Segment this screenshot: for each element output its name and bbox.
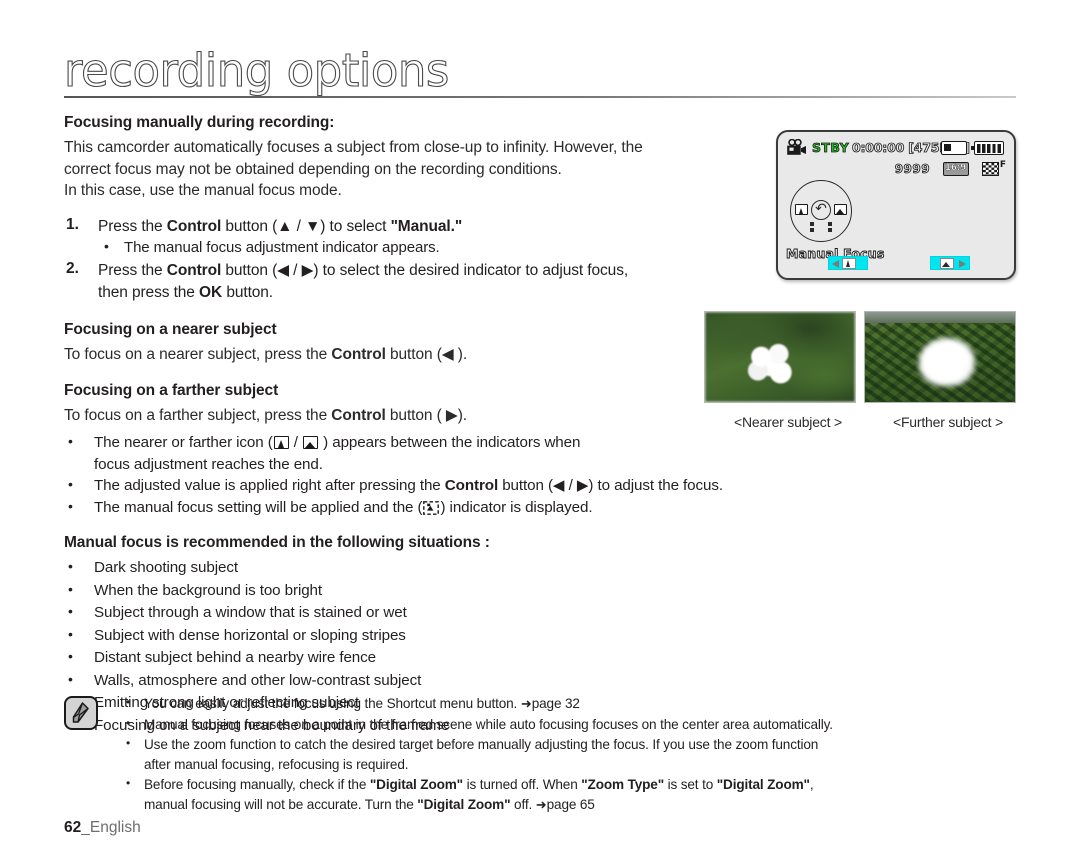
- nearer-subject-icon: [273, 436, 289, 449]
- control-wheel-icon: [790, 180, 852, 242]
- list-item: When the background is too bright: [64, 579, 764, 602]
- wheel-left-icon: [795, 204, 808, 215]
- manual-page: recording options Focusing manually duri…: [0, 0, 1080, 866]
- section-heading-nearer-subject: Focusing on a nearer subject: [64, 321, 277, 338]
- memory-card-icon: [941, 141, 967, 155]
- recording-status-badge: STBY: [812, 140, 850, 156]
- intro-line-1: This camcorder automatically focuses a s…: [64, 139, 643, 156]
- focus-farther-indicator: [930, 256, 970, 270]
- list-item: The adjusted value is applied right afte…: [64, 474, 764, 497]
- list-item: The manual focus setting will be applied…: [64, 496, 764, 519]
- page-ref-arrow-icon: ➜: [535, 796, 547, 812]
- note-box: You can easily adjust the focus using th…: [64, 693, 1024, 816]
- quality-icon: F: [982, 160, 1006, 177]
- footer: 62_English: [64, 819, 141, 837]
- flower-subject: [745, 342, 799, 388]
- wheel-right-icon: [834, 204, 847, 215]
- step-number: 1.: [66, 215, 79, 233]
- step-text: Press the Control button (▲ / ▼) to sele…: [98, 217, 463, 235]
- photo-farther-subject: [864, 311, 1016, 403]
- focus-nearer-indicator: [828, 256, 868, 270]
- section-heading-recommended: Manual focus is recommended in the follo…: [64, 534, 490, 551]
- farther-subject-icon: [303, 436, 319, 449]
- list-item: Dark shooting subject: [64, 556, 764, 579]
- flower-subject: [919, 338, 975, 386]
- aspect-ratio-icon: 16:9: [942, 161, 969, 176]
- list-item: The manual focus adjustment indicator ap…: [98, 236, 764, 258]
- intro-line-3: In this case, use the manual focus mode.: [64, 182, 342, 199]
- note-list: You can easily adjust the focus using th…: [120, 693, 1024, 815]
- list-item: You can easily adjust the focus using th…: [120, 693, 1024, 714]
- step-number: 2.: [66, 260, 79, 277]
- header-divider: [64, 96, 1016, 98]
- photo-counter: 9999: [894, 161, 931, 176]
- content-column: Focusing manually during recording: This…: [64, 112, 764, 737]
- list-item: The nearer or farther icon ( / ) appears…: [64, 431, 764, 475]
- note-pen-icon: [64, 696, 98, 730]
- list-item: Use the zoom function to catch the desir…: [120, 734, 1024, 774]
- step-item-2: 2. Press the Control button (◀ / ▶) to s…: [64, 260, 764, 303]
- intro-line-2: correct focus may not be obtained depend…: [64, 160, 562, 178]
- list-item: Distant subject behind a nearby wire fen…: [64, 646, 764, 669]
- list-item: Manual focusing focuses on a point in th…: [120, 714, 1024, 735]
- step-item-1: 1. Press the Control button (▲ / ▼) to s…: [64, 216, 764, 259]
- footer-language: _English: [81, 819, 141, 836]
- list-item: Walls, atmosphere and other low-contrast…: [64, 669, 764, 692]
- step-text: Press the Control button (◀ / ▶) to sele…: [98, 262, 629, 301]
- list-item: Before focusing manually, check if the "…: [120, 774, 1024, 814]
- battery-icon: [970, 141, 1004, 155]
- page-title: recording options: [63, 44, 449, 97]
- step-list: 1. Press the Control button (▲ / ▼) to s…: [64, 216, 764, 304]
- list-item: Subject with dense horizontal or sloping…: [64, 624, 764, 647]
- page-ref-arrow-icon: ➜: [520, 696, 532, 711]
- photo-caption-farther: <Further subject >: [892, 414, 1003, 430]
- farther-subject-text: To focus on a farther subject, press the…: [64, 406, 467, 424]
- camcorder-icon: [786, 138, 807, 156]
- section-heading-focusing-manually: Focusing manually during recording:: [64, 114, 335, 131]
- step-sub-bullets: The manual focus adjustment indicator ap…: [98, 236, 764, 258]
- wheel-dots-icon: [810, 222, 832, 234]
- photo-caption-nearer: <Nearer subject >: [734, 414, 842, 430]
- focus-notes-list: The nearer or farther icon ( / ) appears…: [64, 431, 764, 519]
- photo-nearer-subject: [704, 311, 856, 403]
- nearer-subject-text: To focus on a nearer subject, press the …: [64, 346, 468, 363]
- list-item: Subject through a window that is stained…: [64, 601, 764, 624]
- lcd-info-row: 9999 16:9 F: [894, 160, 1006, 177]
- manual-focus-icon: [423, 500, 440, 515]
- lcd-status-bar: STBY 0:00:00 [475Min]: [786, 138, 1006, 157]
- lcd-screen-illustration: STBY 0:00:00 [475Min] 9999 16:9 F Manual…: [776, 130, 1016, 280]
- ok-button-icon: [811, 199, 831, 220]
- page-number: 62: [64, 819, 82, 836]
- section-heading-farther-subject: Focusing on a farther subject: [64, 381, 279, 399]
